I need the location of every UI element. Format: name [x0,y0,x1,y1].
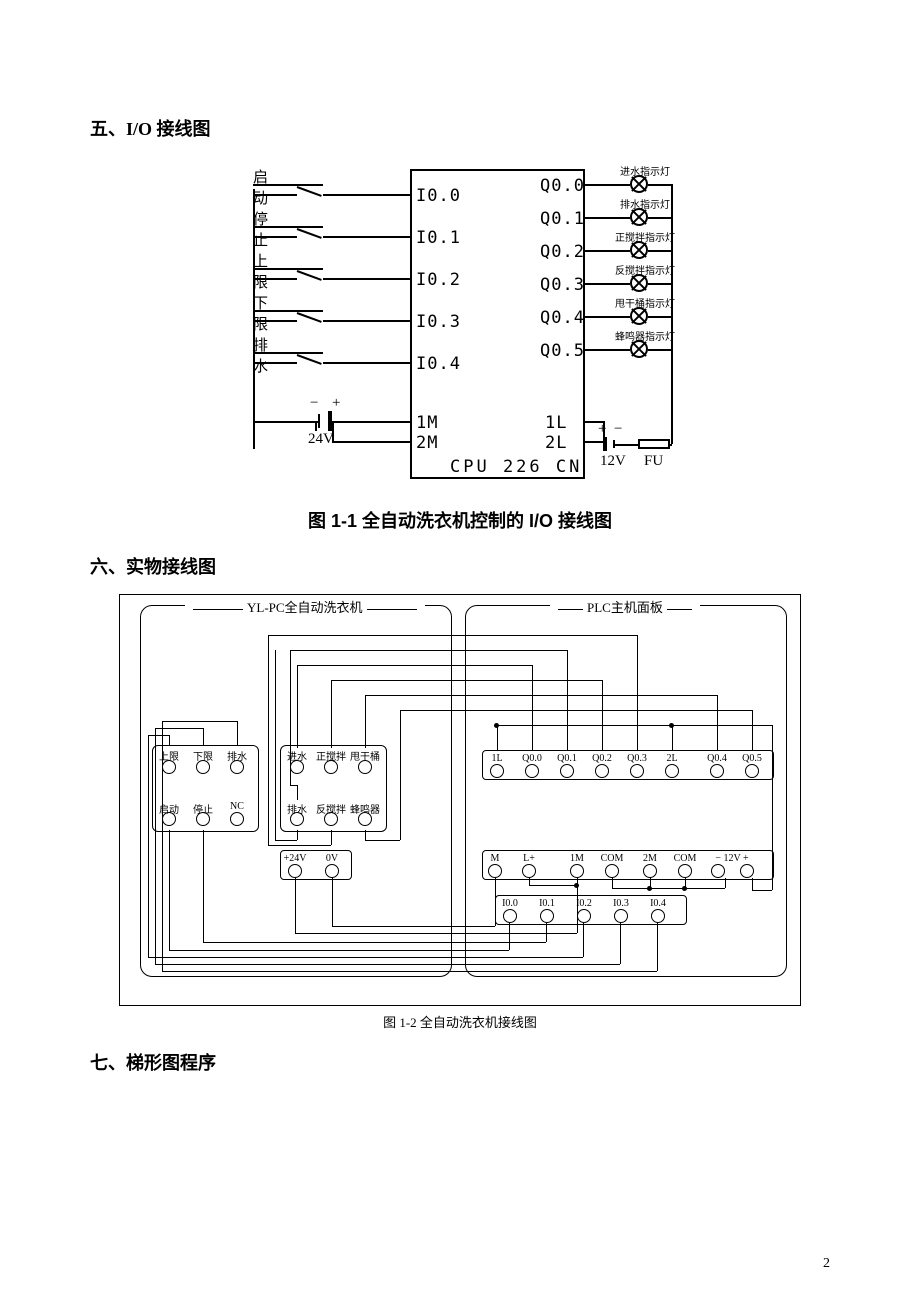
io-label: I0.4 [416,354,461,374]
lamp-icon [630,340,648,358]
io-label: I0.3 [416,312,461,332]
lamp-icon [630,241,648,259]
term: COM [668,852,702,879]
title-text: PLC主机面板 [587,600,663,615]
output-rail [671,184,673,444]
q-label: Q0.3 [540,275,585,295]
term: COM [595,852,629,879]
fig1-caption: 图 1-1 全自动洗衣机控制的 I/O 接线图 [90,507,830,533]
term: 2M [633,852,667,879]
term: Q0.4 [700,752,734,779]
fig2-caption: 图 1-2 全自动洗衣机接线图 [90,1012,830,1031]
input-name: 下限 [253,292,268,334]
lamp-icon [630,307,648,325]
fuse-icon [638,439,670,449]
term: Q0.2 [585,752,619,779]
term: 停止 [186,800,220,827]
fuse-label: FU [644,453,663,470]
term: 甩干桶 [348,748,382,774]
q-label: Q0.5 [540,341,585,361]
term: I0.0 [493,897,527,924]
input-name: 停止 [253,208,268,250]
term: I0.1 [530,897,564,924]
m1-label: 1M [416,413,438,433]
l1-label: 1L [545,413,567,433]
input-name: 上限 [253,250,268,292]
io-label: I0.0 [416,186,461,206]
page-number: 2 [823,1256,830,1272]
lamp-icon [630,274,648,292]
pos-label: + [598,421,606,438]
io-label: I0.1 [416,228,461,248]
q-label: Q0.0 [540,176,585,196]
heading-7: 七、梯形图程序 [90,1049,830,1075]
right-panel-title: PLC主机面板 [550,597,700,616]
pos-label: + [332,395,340,412]
term: +24V [278,852,312,879]
figure-2: YL-PC全自动洗衣机 PLC主机面板 上限 下限 排水 启动 停止 NC 进水… [119,594,801,1006]
m2-label: 2M [416,433,438,453]
volt-12: 12V [600,453,626,470]
term: 上限 [152,748,186,774]
term: 进水 [280,748,314,774]
lamp-icon [630,175,648,193]
term: I0.3 [604,897,638,924]
term: Q0.0 [515,752,549,779]
l2-label: 2L [545,433,567,453]
term: Q0.1 [550,752,584,779]
neg-label: − [310,395,318,412]
term: I0.4 [641,897,675,924]
input-name: 排水 [253,334,268,376]
q-label: Q0.1 [540,209,585,229]
term: 排水 [220,748,254,774]
term: 排水 [280,800,314,827]
term: 2L [655,752,689,779]
term: I0.2 [567,897,601,924]
heading-5: 五、I/O 接线图 [90,115,830,141]
neg-label: − [614,421,622,438]
volt-24: 24V [308,431,334,448]
term: Q0.5 [735,752,769,779]
cpu-label: CPU 226 CN [450,457,582,477]
term: 1M [560,852,594,879]
heading-6: 六、实物接线图 [90,553,830,579]
term: L+ [512,852,546,879]
io-label: I0.2 [416,270,461,290]
term: − 12V + [707,852,757,882]
figure-1: 启动 I0.0 停止 I0.1 上限 I0.2 下限 I0.3 排水 I0.4 … [220,159,700,499]
term: 正搅拌 [314,748,348,774]
term: Q0.3 [620,752,654,779]
term: 启动 [152,800,186,827]
title-text: YL-PC全自动洗衣机 [247,600,363,615]
term: 蜂鸣器 [348,800,382,827]
term: M [478,852,512,879]
left-panel-title: YL-PC全自动洗衣机 [185,597,425,616]
input-name: 启动 [253,166,268,208]
term: 反搅拌 [314,800,348,827]
lamp-icon [630,208,648,226]
q-label: Q0.4 [540,308,585,328]
term: NC [220,800,254,827]
term: 下限 [186,748,220,774]
term: 0V [315,852,349,879]
term: 1L [480,752,514,779]
q-label: Q0.2 [540,242,585,262]
